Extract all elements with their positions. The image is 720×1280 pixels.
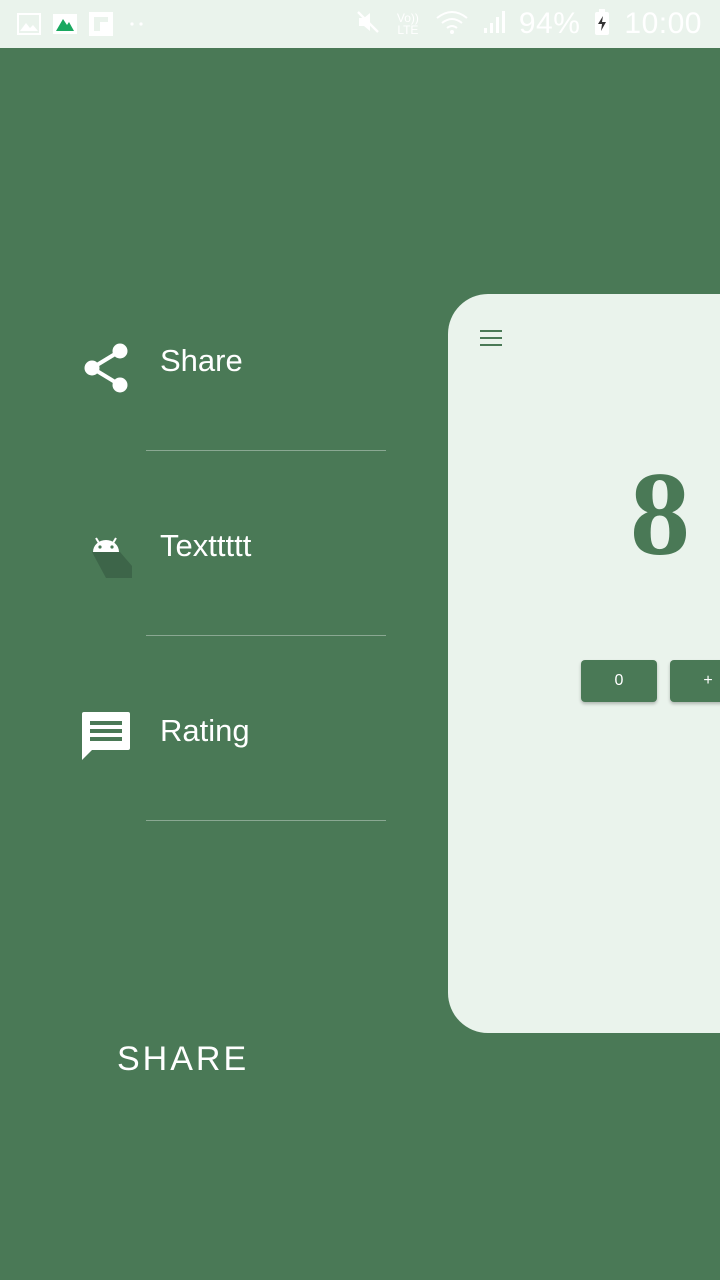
clock: 10:00: [624, 7, 702, 40]
battery-icon: [594, 8, 610, 41]
drawer-item-rating[interactable]: Rating: [0, 645, 440, 830]
divider: [146, 450, 386, 451]
mute-icon: [355, 9, 381, 40]
android-icon: [80, 526, 132, 578]
image-icon: [16, 11, 42, 37]
drawer-item-share[interactable]: Share: [0, 275, 440, 460]
app-icon: [52, 11, 78, 37]
counter-value: 8: [630, 447, 690, 580]
message-icon: [80, 709, 132, 761]
drawer-item-label: Texttttt: [160, 528, 252, 563]
drawer-item-label: Share: [160, 343, 243, 378]
share-icon: [80, 342, 132, 394]
main-content-card: 8 0 +: [448, 294, 720, 1033]
menu-icon[interactable]: [480, 330, 504, 348]
network-type: Vo)) LTE: [396, 11, 419, 37]
dots-icon: [124, 11, 150, 37]
reset-button[interactable]: 0: [581, 660, 657, 702]
status-bar: Vo)) LTE 94% 10:00: [0, 0, 720, 48]
battery-percent: 94%: [518, 7, 581, 40]
signal-icon: [483, 10, 505, 39]
wifi-icon: [435, 9, 469, 40]
flipboard-icon: [88, 11, 114, 37]
share-button[interactable]: SHARE: [117, 1040, 249, 1079]
divider: [146, 635, 386, 636]
divider: [146, 820, 386, 821]
drawer-item-label: Rating: [160, 713, 250, 748]
increment-button[interactable]: +: [670, 660, 720, 702]
drawer-item-text[interactable]: Texttttt: [0, 460, 440, 645]
